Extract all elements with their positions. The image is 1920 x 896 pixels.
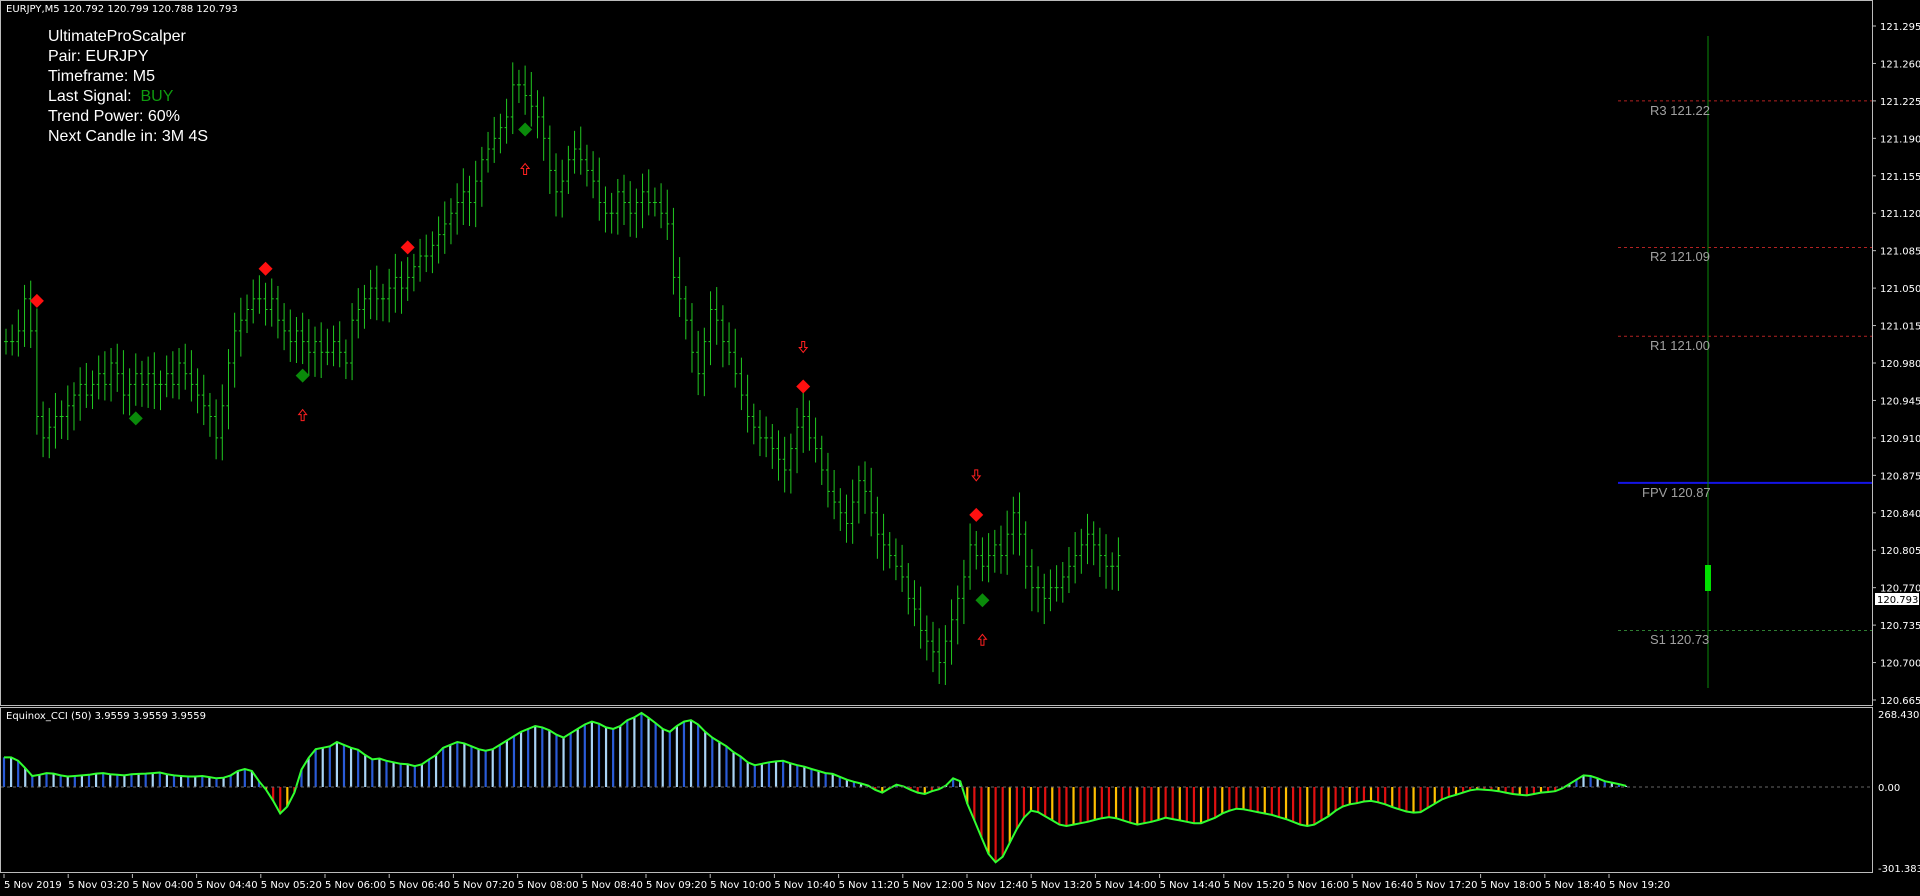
price-tick-label: 120.875 bbox=[1880, 471, 1920, 482]
info-last-signal: Last Signal: BUY bbox=[48, 88, 174, 105]
price-chart[interactable]: 121.295 121.260 121.225 121.190 121.155 121.1… bbox=[0, 0, 1920, 707]
time-tick-label: 5 Nov 13:20 bbox=[1031, 880, 1092, 891]
time-tick-label: 5 Nov 06:00 bbox=[325, 880, 386, 891]
price-tick-label: 121.295 bbox=[1880, 22, 1920, 33]
price-tick-label: 121.225 bbox=[1880, 97, 1920, 108]
mt4-chart-window: 121.295 121.260 121.225 121.190 121.155 121.1… bbox=[0, 0, 1920, 896]
cci-indicator-header: Equinox_CCI (50) 3.9559 3.9559 3.9559 bbox=[6, 711, 206, 722]
time-tick-label: 5 Nov 16:40 bbox=[1352, 880, 1413, 891]
pivot-label-r2: R2 121.09 bbox=[1650, 249, 1710, 265]
pivot-label-s1: S1 120.73 bbox=[1650, 632, 1710, 648]
time-tick-label: 5 Nov 08:00 bbox=[518, 880, 579, 891]
info-next-candle: Next Candle in: 3M 4S bbox=[48, 128, 209, 145]
time-tick-label: 5 Nov 10:40 bbox=[774, 880, 835, 891]
price-tick-label: 121.085 bbox=[1880, 247, 1920, 258]
time-tick-label: 5 Nov 18:00 bbox=[1481, 880, 1542, 891]
price-tick-label: 120.805 bbox=[1880, 546, 1920, 557]
svg-text:120.793: 120.793 bbox=[1877, 595, 1918, 606]
cci-axis-min: -301.383 bbox=[1878, 864, 1920, 874]
pivot-label-fpv: FPV 120.87 bbox=[1642, 484, 1711, 500]
time-tick-label: 5 Nov 05:20 bbox=[261, 880, 322, 891]
chart-symbol-header: EURJPY,M5 120.792 120.799 120.788 120.79… bbox=[6, 4, 238, 15]
signal-value: BUY bbox=[140, 88, 174, 105]
current-price-label: 120.793 bbox=[1875, 593, 1919, 606]
time-tick-label: 5 Nov 04:40 bbox=[197, 880, 258, 891]
price-tick-label: 120.700 bbox=[1880, 659, 1920, 670]
trend-power-bar bbox=[1705, 565, 1711, 591]
price-tick-label: 120.910 bbox=[1880, 434, 1920, 445]
time-tick-label: 5 Nov 03:20 bbox=[68, 880, 129, 891]
time-tick-label: 5 Nov 06:40 bbox=[389, 880, 450, 891]
price-tick-label: 121.155 bbox=[1880, 172, 1920, 183]
price-tick-label: 121.050 bbox=[1880, 284, 1920, 295]
price-tick-label: 120.665 bbox=[1880, 696, 1920, 707]
cci-subwindow[interactable]: 268.4307 0.00 -301.383 bbox=[0, 707, 1920, 874]
price-tick-label: 121.260 bbox=[1880, 59, 1920, 70]
cci-axis: 268.4307 0.00 -301.383 bbox=[1878, 710, 1920, 874]
info-pair: Pair: EURJPY bbox=[48, 48, 149, 65]
time-tick-label: 5 Nov 07:20 bbox=[453, 880, 514, 891]
time-tick-label: 5 Nov 04:00 bbox=[132, 880, 193, 891]
time-tick-label: 5 Nov 12:00 bbox=[903, 880, 964, 891]
time-tick-label: 5 Nov 16:00 bbox=[1288, 880, 1349, 891]
pivot-label-r3: R3 121.22 bbox=[1650, 102, 1710, 118]
time-tick-label: 5 Nov 09:20 bbox=[646, 880, 707, 891]
time-tick-label: 5 Nov 14:40 bbox=[1160, 880, 1221, 891]
price-chart-frame bbox=[0, 0, 1873, 706]
price-tick-label: 121.015 bbox=[1880, 322, 1920, 333]
price-tick-label: 120.735 bbox=[1880, 621, 1920, 632]
time-tick-label: 5 Nov 10:00 bbox=[710, 880, 771, 891]
time-axis: 5 Nov 2019 5 Nov 03:20 5 Nov 04:00 5 Nov 04… bbox=[3, 874, 1670, 891]
time-tick-label: 5 Nov 2019 bbox=[4, 880, 62, 891]
pivot-label-r1: R1 121.00 bbox=[1650, 338, 1710, 354]
time-tick-label: 5 Nov 11:20 bbox=[839, 880, 900, 891]
price-tick-label: 120.945 bbox=[1880, 396, 1920, 407]
cci-axis-max: 268.4307 bbox=[1878, 710, 1920, 721]
time-tick-label: 5 Nov 14:00 bbox=[1095, 880, 1156, 891]
info-trend-power: Trend Power: 60% bbox=[48, 108, 180, 125]
price-tick-label: 121.120 bbox=[1880, 209, 1920, 220]
info-timeframe: Timeframe: M5 bbox=[48, 68, 155, 85]
cci-axis-zero: 0.00 bbox=[1878, 783, 1900, 794]
price-tick-label: 121.190 bbox=[1880, 134, 1920, 145]
time-tick-label: 5 Nov 19:20 bbox=[1609, 880, 1670, 891]
price-tick-label: 120.980 bbox=[1880, 359, 1920, 370]
time-tick-label: 5 Nov 18:40 bbox=[1545, 880, 1606, 891]
price-tick-label: 120.840 bbox=[1880, 509, 1920, 520]
time-tick-label: 5 Nov 17:20 bbox=[1416, 880, 1477, 891]
info-title: UltimateProScalper bbox=[48, 28, 186, 45]
scalper-info-panel: UltimateProScalper Pair: EURJPY Timefram… bbox=[48, 27, 208, 147]
time-tick-label: 5 Nov 12:40 bbox=[967, 880, 1028, 891]
time-tick-label: 5 Nov 08:40 bbox=[582, 880, 643, 891]
time-tick-label: 5 Nov 15:20 bbox=[1224, 880, 1285, 891]
